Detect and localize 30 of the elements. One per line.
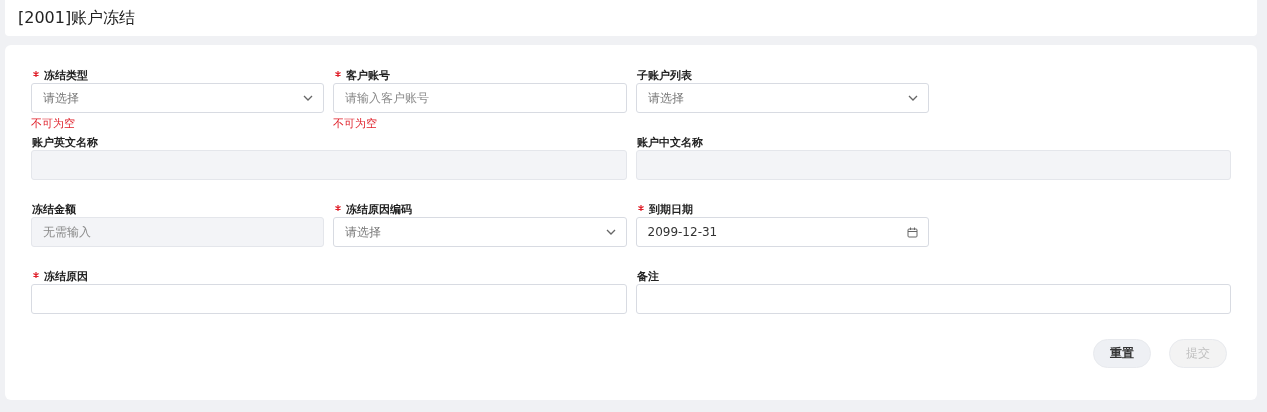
input-field[interactable] bbox=[635, 284, 1231, 314]
field-label: 子账户列表 bbox=[636, 67, 692, 83]
chevron-down-icon bbox=[605, 229, 616, 235]
error-message: 不可为空 bbox=[333, 117, 378, 130]
select-field[interactable]: 请选择 bbox=[333, 217, 627, 247]
asterisk-icon bbox=[335, 204, 342, 211]
field-label: 冻结原因编码 bbox=[346, 201, 413, 217]
select-field[interactable]: 请选择 bbox=[635, 83, 929, 113]
reset-button[interactable]: 重置 bbox=[1093, 339, 1151, 368]
asterisk-icon bbox=[637, 204, 644, 211]
input-field[interactable]: 请输入客户账号 bbox=[333, 83, 627, 113]
field-label: 备注 bbox=[636, 268, 659, 284]
input-field[interactable] bbox=[31, 284, 627, 314]
date-field[interactable]: 2099-12-31 bbox=[635, 217, 929, 247]
page-title: [2001]账户冻结 bbox=[18, 7, 136, 29]
field-label: 冻结原因 bbox=[44, 268, 88, 284]
field-label: 冻结金额 bbox=[32, 201, 76, 217]
chevron-down-icon bbox=[907, 95, 918, 101]
calendar-icon bbox=[906, 226, 918, 238]
field-label: 客户账号 bbox=[346, 67, 391, 83]
asterisk-icon bbox=[335, 70, 342, 77]
select-field[interactable]: 请选择 bbox=[31, 83, 325, 113]
asterisk-icon bbox=[33, 70, 39, 77]
field-label: 冻结类型 bbox=[44, 67, 88, 83]
field-label: 账户英文名称 bbox=[32, 134, 98, 150]
asterisk-icon bbox=[33, 271, 39, 278]
chevron-down-icon bbox=[303, 95, 314, 101]
field-label: 到期日期 bbox=[648, 201, 693, 217]
field-label: 账户中文名称 bbox=[636, 134, 703, 150]
error-message: 不可为空 bbox=[31, 117, 75, 130]
